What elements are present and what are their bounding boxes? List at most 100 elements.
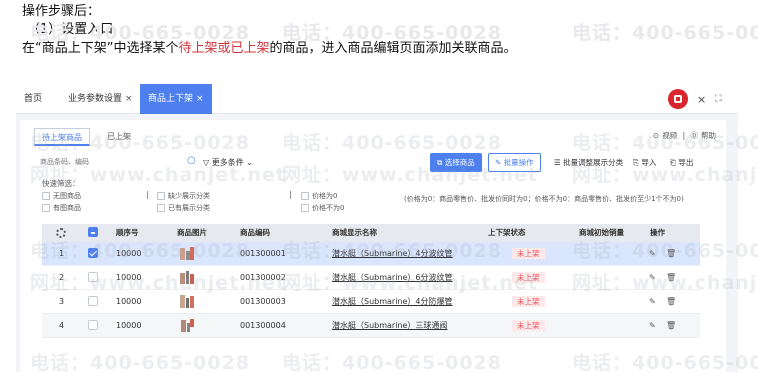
edit-icon[interactable]: ✎ [649,266,656,290]
video-link[interactable]: 视频 [662,131,677,140]
row-code: 001300002 [240,273,286,282]
column-header: 商城初始销量 [579,228,624,237]
import-icon: ⎘ [633,158,639,167]
select-icon: ⧉ [437,158,443,167]
status-badge: 未上架 [512,296,545,307]
filter-has-image[interactable]: 有图商品 [42,203,81,213]
filter-has-category[interactable]: 已有展示分类 [157,203,210,213]
column-header: 商品图片 [177,228,207,237]
checkbox[interactable] [157,204,165,212]
edit-icon: ✎ [495,158,502,167]
table-row[interactable]: 4 10000 001300004 潜水艇（Submarine）三球通阀 未上架… [42,314,700,338]
filter-missing-category[interactable]: 缺少展示分类 [157,191,210,201]
tab-pending-products[interactable]: 待上架商品 [34,128,90,146]
status-badge-cell: 未上架 [512,314,545,338]
quick-filter-label: 快速筛选： [42,179,80,188]
close-icon[interactable]: × [196,94,204,104]
help-link[interactable]: 帮助 [701,131,716,140]
tab-product-shelf[interactable]: 商品上下架 × [140,84,212,114]
divider [290,191,291,199]
batch-category-button[interactable]: ☰ 批量调整展示分类 [547,153,630,172]
edit-icon[interactable]: ✎ [649,242,656,266]
row-index: 2 [59,273,65,282]
list-icon: ☰ [554,158,561,167]
more-conditions-button[interactable]: ▽ 更多条件 ⌄ [203,157,253,168]
play-icon[interactable]: ⊙ [653,131,659,140]
help-icon[interactable]: ⓪ [691,131,699,140]
filter-label: 有图商品 [53,204,81,212]
product-thumbnail[interactable] [180,295,194,309]
row-checkbox[interactable] [88,320,98,330]
edit-icon[interactable]: ✎ [649,290,656,314]
row-name-link[interactable]: 潜水艇（Submarine）4分波纹管 [332,242,453,266]
row-name-link[interactable]: 潜水艇（Submarine）4分防爆管 [332,290,453,314]
app-logo-icon[interactable] [668,89,688,109]
row-name-link[interactable]: 潜水艇（Submarine）6分波纹管 [332,266,453,290]
tab-home[interactable]: 首页 [16,84,50,114]
gear-icon[interactable] [56,228,66,238]
product-thumbnail[interactable] [180,271,194,285]
row-seq: 10000 [116,297,142,306]
select-all-checkbox[interactable] [88,227,98,237]
desc-after: 的商品，进入商品编辑页面添加关联商品。 [269,41,517,56]
table-row[interactable]: 3 10000 001300003 潜水艇（Submarine）4分防爆管 未上… [42,290,700,314]
status-badge-cell: 未上架 [512,266,545,290]
status-badge: 未上架 [512,320,545,331]
checkbox[interactable] [42,192,50,200]
export-button[interactable]: ⎗ 导出 [663,153,700,172]
search-input[interactable] [40,154,170,170]
import-button[interactable]: ⎘ 导入 [626,153,663,172]
filter-label: 价格不为0 [312,204,345,212]
close-icon[interactable]: × [125,94,133,104]
delete-icon[interactable]: 🗑 [666,290,676,314]
row-checkbox[interactable] [88,272,98,282]
app-screenshot: 首页 业务参数设置 × 商品上下架 × × ⛶ 待上架商品 已上架 ⊙ 视频 | ⓪帮… [16,84,738,372]
row-seq: 10000 [116,249,142,258]
batch-operation-button[interactable]: ✎ 批量操作 [488,153,541,172]
checkbox[interactable] [42,204,50,212]
chevron-down-icon: ⌄ [246,158,253,167]
window-close-icon[interactable]: × [697,93,706,106]
filter-no-image[interactable]: 无图商品 [42,191,81,201]
checkbox[interactable] [301,204,309,212]
expand-icon[interactable]: ⛶ [715,94,721,104]
topbar-actions: × ⛶ [668,84,722,114]
checkbox[interactable] [301,192,309,200]
product-thumbnail[interactable] [180,319,194,333]
row-checkbox[interactable] [88,296,98,306]
select-products-button[interactable]: ⧉ 选择商品 [430,153,482,172]
table-row[interactable]: 1 10000 001300001 潜水艇（Submarine）4分波纹管 未上… [42,242,700,266]
filter-label: 价格为0 [312,192,338,200]
watermark-phone: 电话：400-665-0028 [572,22,758,44]
edit-icon[interactable]: ✎ [649,314,656,338]
delete-icon[interactable]: 🗑 [666,242,676,266]
column-header: 操作 [650,228,665,237]
step-description: 在“商品上下架”中选择某个待上架或已上架的商品，进入商品编辑页面添加关联商品。 [22,40,517,57]
filter-price-nonzero[interactable]: 价格不为0 [301,203,344,213]
filter-price-zero[interactable]: 价格为0 [301,191,337,201]
table-row[interactable]: 2 10000 001300002 潜水艇（Submarine）6分波纹管 未上… [42,266,700,290]
tab-business-params[interactable]: 业务参数设置 × [60,84,141,114]
button-label: 导出 [678,158,694,167]
search-icon[interactable]: ○ [187,155,196,166]
product-thumbnail[interactable] [180,247,194,261]
tab-label: 业务参数设置 [68,94,123,104]
delete-icon[interactable]: 🗑 [666,266,676,290]
tab-label: 商品上下架 [148,94,194,104]
export-icon: ⎗ [670,158,676,167]
step-heading: 操作步骤后： [22,4,101,19]
delete-icon[interactable]: 🗑 [666,314,676,338]
column-header: 上下架状态 [488,228,526,237]
row-checkbox[interactable] [88,248,98,258]
search-row: ○ [40,154,220,170]
tab-listed-products[interactable]: 已上架 [100,128,138,146]
product-shelf-panel: 待上架商品 已上架 ⊙视频 | ⓪帮助 ○ ▽ 更多条件 ⌄ ⧉ 选择商品 ✎ … [20,120,726,372]
status-badge-cell: 未上架 [512,242,545,266]
filter-label: 无图商品 [53,192,81,200]
button-label: 选择商品 [444,158,475,167]
row-name-link[interactable]: 潜水艇（Submarine）三球通阀 [332,314,447,338]
desc-highlight: 待上架或已上架 [178,41,270,56]
checkbox[interactable] [157,192,165,200]
row-index: 4 [59,321,65,330]
filter-label: 缺少展示分类 [168,192,210,200]
